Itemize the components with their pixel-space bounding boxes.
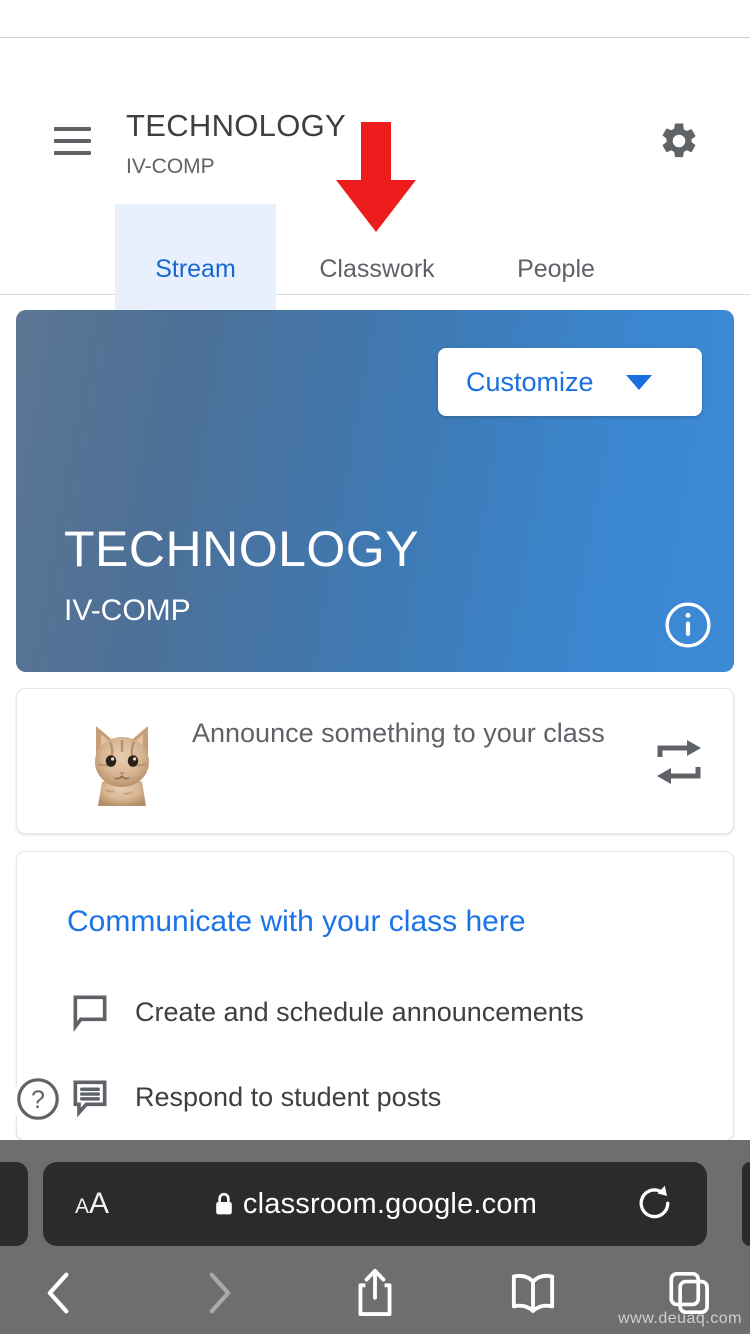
hamburger-line bbox=[54, 127, 91, 131]
tab-classwork-label: Classwork bbox=[319, 254, 435, 283]
adjacent-tab-right[interactable] bbox=[742, 1162, 750, 1246]
announce-card[interactable]: Announce something to your class bbox=[16, 688, 734, 834]
bookmarks-button[interactable] bbox=[494, 1256, 572, 1334]
banner-title: TECHNOLOGY bbox=[64, 521, 420, 577]
swap-arrows-icon[interactable] bbox=[648, 733, 710, 791]
url-text: classroom.google.com bbox=[242, 1187, 538, 1220]
page-subtitle: IV-COMP bbox=[126, 155, 215, 178]
book-icon bbox=[508, 1270, 558, 1321]
back-button[interactable] bbox=[20, 1256, 98, 1334]
svg-text:?: ? bbox=[31, 1086, 45, 1114]
class-banner: Customize TECHNOLOGY IV-COMP bbox=[16, 310, 734, 672]
customize-button[interactable]: Customize bbox=[438, 348, 702, 416]
tab-people-label: People bbox=[517, 254, 595, 283]
phone-screen: TECHNOLOGY IV-COMP Stream Classwork Peop… bbox=[0, 0, 750, 1334]
gear-icon bbox=[658, 120, 700, 167]
chevron-right-icon bbox=[197, 1267, 241, 1324]
settings-button[interactable] bbox=[655, 119, 703, 167]
address-bar[interactable]: AA classroom.google.com bbox=[43, 1162, 707, 1246]
hamburger-menu-icon[interactable] bbox=[54, 127, 91, 155]
adjacent-tab-left[interactable] bbox=[0, 1162, 28, 1246]
help-circle-icon: ? bbox=[14, 1075, 62, 1128]
tab-stream-label: Stream bbox=[155, 254, 236, 283]
help-button[interactable]: ? bbox=[12, 1075, 64, 1127]
chevron-left-icon bbox=[37, 1267, 81, 1324]
comment-lines-icon bbox=[67, 1074, 113, 1120]
browser-bottom-bar: AA classroom.google.com www.deuaq.com bbox=[0, 1140, 750, 1334]
list-item: Create and schedule announcements bbox=[67, 989, 584, 1035]
classroom-app-header: TECHNOLOGY IV-COMP Stream Classwork Peop… bbox=[0, 39, 750, 335]
banner-subtitle: IV-COMP bbox=[64, 594, 191, 627]
chat-bubble-outline-icon bbox=[67, 989, 113, 1035]
announce-placeholder: Announce something to your class bbox=[192, 718, 605, 748]
text-size-button[interactable]: AA bbox=[75, 1189, 109, 1219]
class-info-button[interactable] bbox=[661, 600, 715, 654]
list-item-label: Respond to student posts bbox=[135, 1081, 442, 1112]
list-item: Respond to student posts bbox=[67, 1074, 441, 1120]
customize-button-label: Customize bbox=[466, 366, 594, 397]
share-icon bbox=[352, 1266, 398, 1325]
page-title: TECHNOLOGY bbox=[126, 108, 347, 143]
watermark: www.deuaq.com bbox=[618, 1310, 742, 1327]
communicate-card-title: Communicate with your class here bbox=[67, 905, 526, 938]
lock-icon bbox=[213, 1191, 235, 1217]
list-item-label: Create and schedule announcements bbox=[135, 996, 584, 1027]
browser-top-strip bbox=[0, 0, 750, 38]
communicate-card: Communicate with your class here Create … bbox=[16, 851, 734, 1141]
forward-button[interactable] bbox=[180, 1256, 258, 1334]
info-circle-icon bbox=[663, 600, 713, 655]
chevron-down-icon bbox=[625, 374, 652, 390]
hamburger-line bbox=[54, 139, 91, 143]
share-button[interactable] bbox=[336, 1256, 414, 1334]
cat-avatar bbox=[75, 715, 169, 809]
reload-button[interactable] bbox=[629, 1178, 681, 1230]
hamburger-line bbox=[54, 151, 91, 155]
address-bar-content: classroom.google.com bbox=[43, 1188, 707, 1221]
